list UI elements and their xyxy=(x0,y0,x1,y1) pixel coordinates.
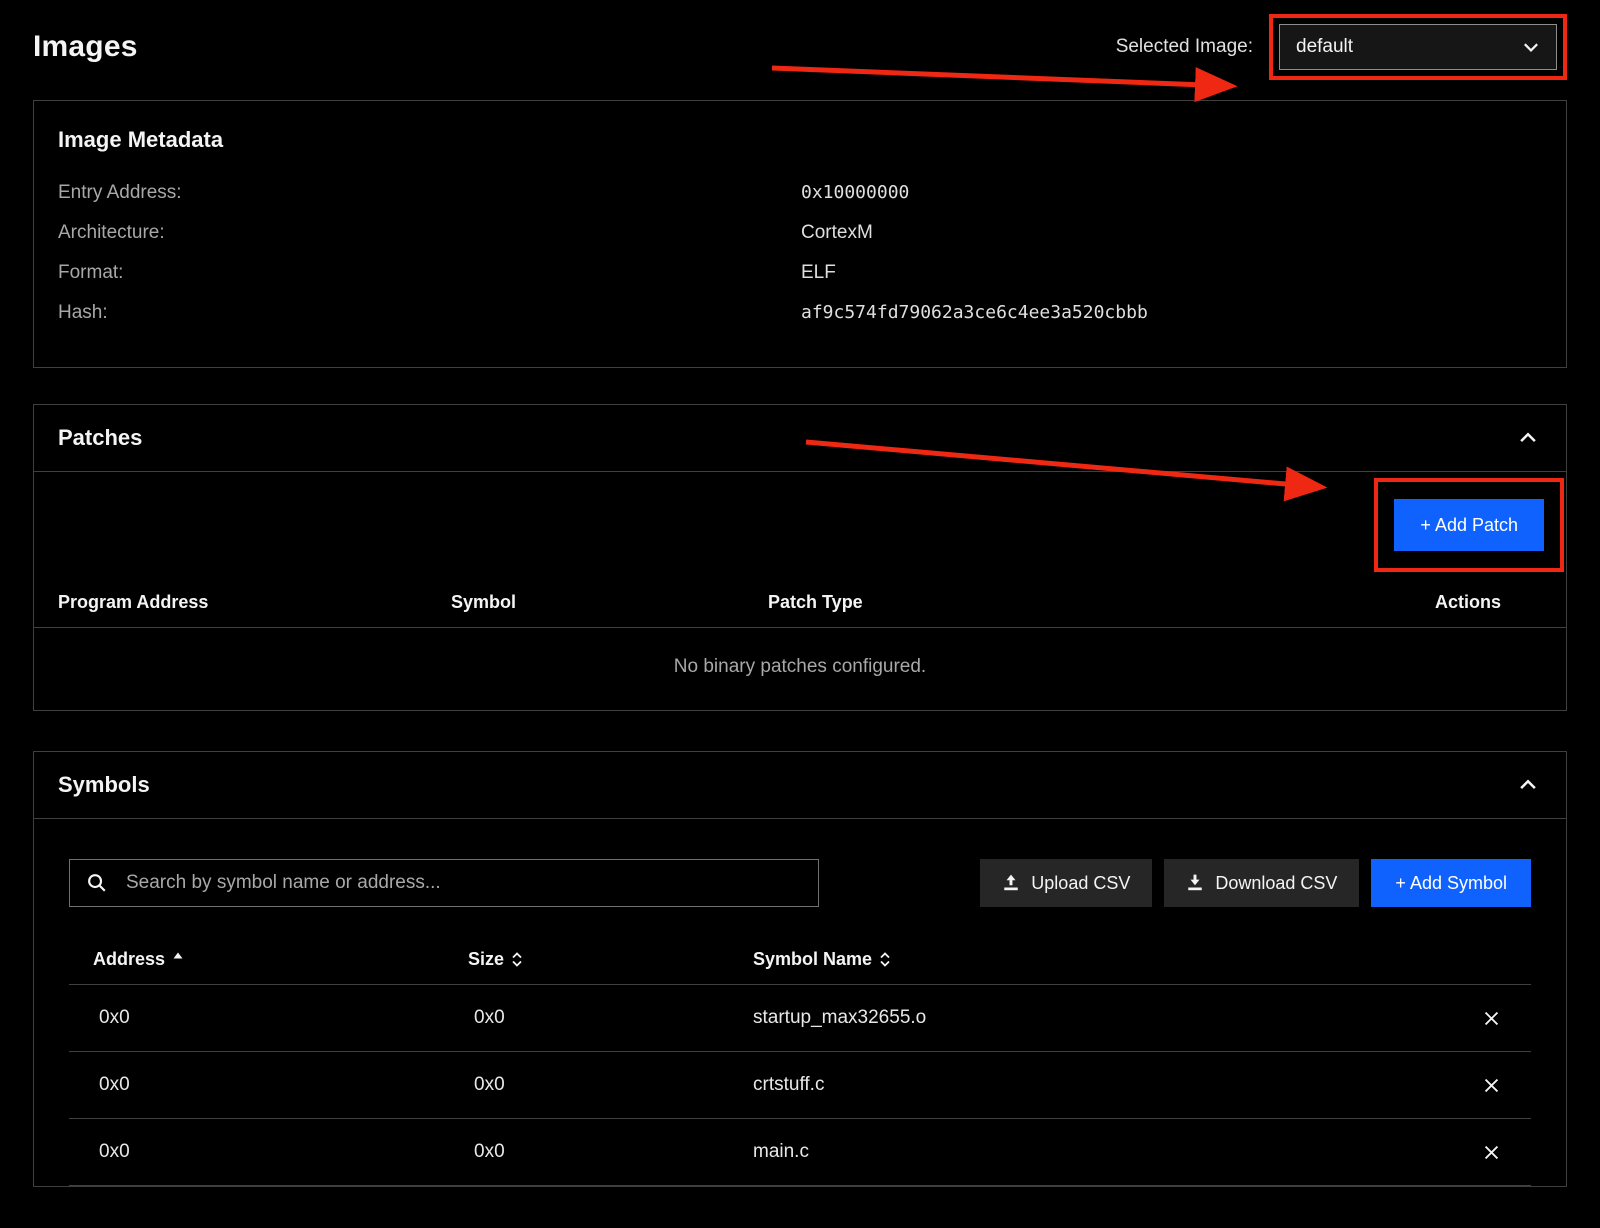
sort-icon xyxy=(511,951,523,968)
image-metadata-title: Image Metadata xyxy=(58,127,1542,153)
sort-ascending-icon xyxy=(172,950,184,962)
patches-table-header: Program Address Symbol Patch Type Action… xyxy=(34,578,1566,628)
meta-row-format: Format: ELF xyxy=(58,253,1542,293)
meta-value: 0x10000000 xyxy=(801,182,1542,204)
table-row: 0x0 0x0 crtstuff.c xyxy=(69,1052,1531,1119)
search-icon xyxy=(87,873,106,892)
column-symbol-name[interactable]: Symbol Name xyxy=(729,949,1451,970)
meta-value: CortexM xyxy=(801,222,1542,244)
table-row: 0x0 0x0 main.c xyxy=(69,1119,1531,1186)
selected-image-group: Selected Image: default xyxy=(1116,14,1567,80)
meta-label: Format: xyxy=(58,262,801,284)
page-title: Images xyxy=(33,30,138,64)
symbols-table-header: Address Size Symbol Name xyxy=(69,939,1531,985)
symbol-search xyxy=(69,859,819,907)
page-header: Images Selected Image: default xyxy=(33,0,1567,88)
meta-row-hash: Hash: af9c574fd79062a3ce6c4ee3a520cbbb xyxy=(58,293,1542,333)
image-select[interactable]: default xyxy=(1279,24,1557,70)
cell-size: 0x0 xyxy=(444,1007,729,1029)
symbols-title: Symbols xyxy=(58,772,150,798)
upload-csv-label: Upload CSV xyxy=(1031,873,1130,894)
patches-actions-row: + Add Patch xyxy=(34,472,1566,578)
annotation-box-add-patch: + Add Patch xyxy=(1374,478,1564,572)
cell-address: 0x0 xyxy=(69,1007,444,1029)
meta-value: af9c574fd79062a3ce6c4ee3a520cbbb xyxy=(801,302,1542,324)
annotation-box-image-select: default xyxy=(1269,14,1567,80)
column-size[interactable]: Size xyxy=(444,949,729,970)
symbols-table: Address Size Symbol Name xyxy=(69,939,1531,1186)
close-icon xyxy=(1482,1009,1501,1028)
meta-value: ELF xyxy=(801,262,1542,284)
column-symbol-name-label: Symbol Name xyxy=(753,949,872,970)
cell-address: 0x0 xyxy=(69,1074,444,1096)
column-patch-type: Patch Type xyxy=(768,592,1360,613)
symbols-card: Symbols Upload CSV xyxy=(33,751,1567,1187)
image-metadata-card: Image Metadata Entry Address: 0x10000000… xyxy=(33,100,1567,368)
column-size-label: Size xyxy=(468,949,504,970)
column-symbol: Symbol xyxy=(451,592,768,613)
chevron-up-icon xyxy=(1518,428,1538,448)
column-address[interactable]: Address xyxy=(69,949,444,970)
patches-title: Patches xyxy=(58,425,142,451)
patches-empty-state: No binary patches configured. xyxy=(34,628,1566,710)
cell-symbol-name: startup_max32655.o xyxy=(729,1007,1451,1029)
download-csv-button[interactable]: Download CSV xyxy=(1164,859,1359,907)
close-icon xyxy=(1482,1143,1501,1162)
chevron-up-icon xyxy=(1518,775,1538,795)
close-icon xyxy=(1482,1076,1501,1095)
chevron-down-icon xyxy=(1522,38,1540,56)
column-actions: Actions xyxy=(1360,592,1542,613)
image-select-value: default xyxy=(1296,36,1353,58)
meta-row-entry-address: Entry Address: 0x10000000 xyxy=(58,173,1542,213)
cell-size: 0x0 xyxy=(444,1141,729,1163)
column-address-label: Address xyxy=(93,949,165,970)
symbols-header: Symbols xyxy=(34,752,1566,819)
cell-symbol-name: main.c xyxy=(729,1141,1451,1163)
symbol-search-input[interactable] xyxy=(69,859,819,907)
meta-label: Entry Address: xyxy=(58,182,801,204)
table-row: 0x0 0x0 startup_max32655.o xyxy=(69,985,1531,1052)
cell-address: 0x0 xyxy=(69,1141,444,1163)
download-icon xyxy=(1186,874,1204,892)
cell-symbol-name: crtstuff.c xyxy=(729,1074,1451,1096)
delete-symbol-button[interactable] xyxy=(1476,1070,1507,1101)
images-page: Images Selected Image: default Image Met… xyxy=(0,0,1600,1187)
upload-csv-button[interactable]: Upload CSV xyxy=(980,859,1152,907)
upload-icon xyxy=(1002,874,1020,892)
meta-label: Hash: xyxy=(58,302,801,324)
patches-collapse-button[interactable] xyxy=(1514,424,1542,452)
patches-card: Patches + Add Patch Program Address Symb… xyxy=(33,404,1567,711)
meta-label: Architecture: xyxy=(58,222,801,244)
sort-icon xyxy=(879,951,891,968)
download-csv-label: Download CSV xyxy=(1215,873,1337,894)
delete-symbol-button[interactable] xyxy=(1476,1003,1507,1034)
symbols-toolbar: Upload CSV Download CSV + Add Symbol xyxy=(69,859,1531,907)
meta-row-architecture: Architecture: CortexM xyxy=(58,213,1542,253)
column-program-address: Program Address xyxy=(58,592,451,613)
cell-size: 0x0 xyxy=(444,1074,729,1096)
selected-image-label: Selected Image: xyxy=(1116,36,1253,58)
symbols-collapse-button[interactable] xyxy=(1514,771,1542,799)
add-patch-button[interactable]: + Add Patch xyxy=(1394,499,1544,551)
patches-header: Patches xyxy=(34,405,1566,472)
add-symbol-button[interactable]: + Add Symbol xyxy=(1371,859,1531,907)
delete-symbol-button[interactable] xyxy=(1476,1137,1507,1168)
symbols-body: Upload CSV Download CSV + Add Symbol Add… xyxy=(34,819,1566,1186)
column-row-actions xyxy=(1451,949,1531,970)
